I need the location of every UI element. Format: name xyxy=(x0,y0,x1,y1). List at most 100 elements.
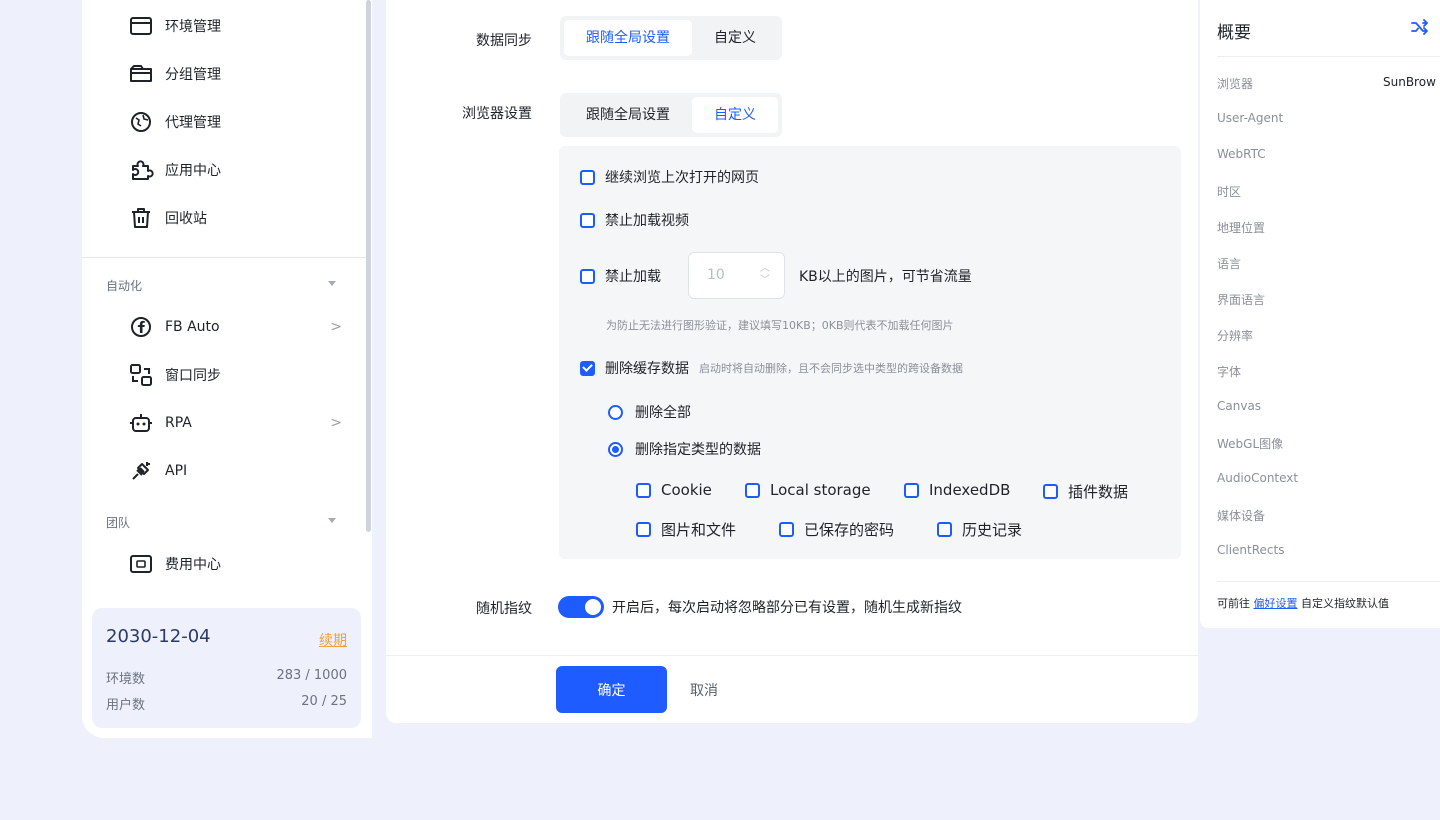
sidebar-item-label: 环境管理 xyxy=(165,19,221,35)
proxy-icon xyxy=(131,112,151,132)
checkbox-box[interactable] xyxy=(580,212,595,228)
checkbox-box[interactable] xyxy=(580,268,595,284)
sidebar-item-environments[interactable]: 环境管理 xyxy=(128,11,342,41)
api-plug-icon xyxy=(132,462,150,480)
data-sync-label: 数据同步 xyxy=(476,33,532,49)
block-images-hint: 为防止无法进行图形验证，建议填写10KB；0KB则代表不加载任何图片 xyxy=(606,319,954,332)
sidebar-item-label: FB Auto xyxy=(165,319,220,335)
history-checkbox[interactable]: 历史记录 xyxy=(937,519,1022,540)
sidebar-item-fb-auto[interactable]: FB Auto > xyxy=(128,312,342,342)
block-images-checkbox[interactable]: 禁止加载 xyxy=(580,266,661,286)
sidebar-item-label: API xyxy=(165,463,188,479)
env-count-row: 环境数 283 / 1000 xyxy=(106,668,347,687)
browser-settings-label: 浏览器设置 xyxy=(462,106,532,122)
overview-row-label: AudioContext xyxy=(1217,471,1299,485)
confirm-button[interactable]: 确定 xyxy=(556,666,667,713)
browser-settings-global-option[interactable]: 跟随全局设置 xyxy=(564,97,692,133)
block-images-suffix: KB以上的图片，可节省流量 xyxy=(799,269,972,285)
user-count-row: 用户数 20 / 25 xyxy=(106,694,347,713)
window-sync-icon xyxy=(130,364,152,386)
plugin-data-checkbox[interactable]: 插件数据 xyxy=(1043,481,1128,502)
overview-row-label: 媒体设备 xyxy=(1217,509,1266,523)
overview-row-label: 地理位置 xyxy=(1217,221,1266,235)
group-automation[interactable]: 自动化 xyxy=(106,277,336,294)
delete-all-radio[interactable]: 删除全部 xyxy=(608,402,691,422)
overview-row-label: User-Agent xyxy=(1217,111,1284,125)
sidebar-divider xyxy=(82,257,366,258)
overview-panel: 概要 浏览器 SunBrow User-Agent WebRTC 时区 地理位置… xyxy=(1200,0,1440,628)
plan-expiry-date: 2030-12-04 xyxy=(106,626,211,647)
data-sync-custom-option[interactable]: 自定义 xyxy=(692,20,778,56)
chevron-right-icon: > xyxy=(330,319,342,335)
local-storage-checkbox[interactable]: Local storage xyxy=(745,481,871,499)
sidebar-item-recycle-bin[interactable]: 回收站 xyxy=(128,203,342,233)
overview-row-label: 字体 xyxy=(1217,365,1242,379)
renew-link[interactable]: 续期 xyxy=(319,630,347,650)
checkbox-box[interactable] xyxy=(779,522,794,537)
image-size-value: 10 xyxy=(707,267,725,283)
indexeddb-checkbox[interactable]: IndexedDB xyxy=(904,481,1010,499)
checkbox-box[interactable] xyxy=(580,169,595,185)
wallet-icon xyxy=(130,555,152,573)
stepper-icon[interactable]: ︿ ﹀ xyxy=(760,263,770,287)
trash-icon xyxy=(132,208,150,228)
overview-row-label: 语言 xyxy=(1217,257,1242,271)
checkbox-box[interactable] xyxy=(636,482,651,498)
delete-specific-radio[interactable]: 删除指定类型的数据 xyxy=(608,439,761,459)
sidebar-item-label: 窗口同步 xyxy=(165,368,221,384)
sidebar-item-label: 应用中心 xyxy=(165,163,221,179)
robot-icon xyxy=(130,414,152,432)
checkbox-box[interactable] xyxy=(745,482,760,498)
checkbox-box[interactable] xyxy=(636,522,651,537)
saved-passwords-checkbox[interactable]: 已保存的密码 xyxy=(779,519,894,540)
images-files-checkbox[interactable]: 图片和文件 xyxy=(636,519,736,540)
checkbox-box[interactable] xyxy=(1043,484,1058,499)
overview-row-value: SunBrow xyxy=(1383,75,1436,89)
sidebar-item-proxies[interactable]: 代理管理 xyxy=(128,107,342,137)
folder-icon xyxy=(130,65,152,82)
image-size-kb-input[interactable]: 10 ︿ ﹀ xyxy=(688,252,785,299)
sidebar-item-billing[interactable]: 费用中心 xyxy=(128,549,342,579)
checkbox-box[interactable] xyxy=(937,522,952,537)
overview-row-label: 浏览器 xyxy=(1217,77,1254,91)
plan-card: 2030-12-04 续期 环境数 283 / 1000 用户数 20 / 25 xyxy=(92,608,361,728)
caret-down-icon xyxy=(328,518,336,523)
chevron-right-icon: > xyxy=(330,415,342,431)
sidebar-item-groups[interactable]: 分组管理 xyxy=(128,59,342,89)
random-fingerprint-label: 随机指纹 xyxy=(476,601,532,617)
radio-dot[interactable] xyxy=(608,404,623,420)
sidebar-item-apps[interactable]: 应用中心 xyxy=(128,155,342,185)
cookie-checkbox[interactable]: Cookie xyxy=(636,481,712,499)
facebook-icon xyxy=(131,317,151,337)
group-team[interactable]: 团队 xyxy=(106,514,336,531)
cancel-button[interactable]: 取消 xyxy=(690,680,718,700)
sidebar-item-label: 代理管理 xyxy=(165,115,221,131)
delete-cache-checkbox[interactable]: 删除缓存数据 启动时将自动删除，且不会同步选中类型的跨设备数据 xyxy=(580,358,963,378)
sidebar-item-window-sync[interactable]: 窗口同步 xyxy=(128,360,342,390)
overview-row-label: Canvas xyxy=(1217,399,1262,413)
overview-row-label: 界面语言 xyxy=(1217,293,1266,307)
shuffle-icon[interactable] xyxy=(1411,19,1433,35)
preferences-link[interactable]: 偏好设置 xyxy=(1254,597,1298,610)
random-fingerprint-toggle[interactable] xyxy=(558,596,604,618)
overview-row-label: 时区 xyxy=(1217,185,1242,199)
browser-settings-custom-option[interactable]: 自定义 xyxy=(692,97,778,133)
sidebar-item-api[interactable]: API xyxy=(128,456,342,486)
radio-dot[interactable] xyxy=(608,441,623,457)
sidebar-scrollbar[interactable] xyxy=(366,0,371,532)
caret-down-icon xyxy=(328,281,336,286)
browser-settings-segmented: 跟随全局设置 自定义 xyxy=(560,93,782,137)
overview-divider xyxy=(1217,56,1440,57)
sidebar-item-label: 费用中心 xyxy=(165,557,221,573)
checkbox-box[interactable] xyxy=(904,482,919,498)
overview-row-label: 分辨率 xyxy=(1217,329,1254,343)
block-video-checkbox[interactable]: 禁止加载视频 xyxy=(580,210,689,230)
footer-divider xyxy=(386,655,1198,656)
data-sync-global-option[interactable]: 跟随全局设置 xyxy=(564,20,692,56)
sidebar-item-rpa[interactable]: RPA > xyxy=(128,408,342,438)
sidebar-item-label: 回收站 xyxy=(165,211,207,227)
overview-row-label: WebGL图像 xyxy=(1217,437,1284,451)
sidebar-item-label: RPA xyxy=(165,415,192,431)
continue-browsing-checkbox[interactable]: 继续浏览上次打开的网页 xyxy=(580,167,759,187)
checkbox-box[interactable] xyxy=(580,360,595,376)
